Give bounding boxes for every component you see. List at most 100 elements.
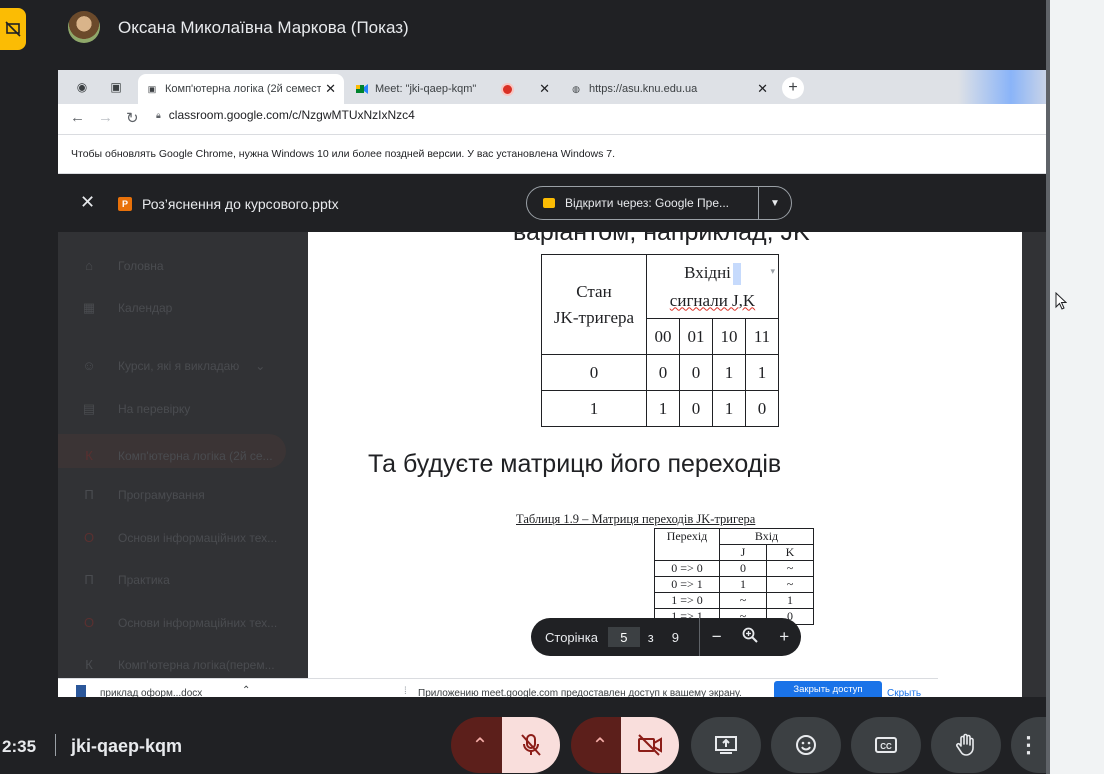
svg-text:CC: CC [880,742,892,751]
close-tab-icon[interactable]: ✕ [321,81,336,97]
table-row: 0 => 0 0 ~ [654,560,814,577]
dropdown-icon: ▾ [770,266,775,276]
camera-off-icon [638,734,662,756]
sidebar-item-course[interactable]: К Комп'ютерна логіка (2й се... [58,434,286,468]
open-with-button[interactable]: Відкрити через: Google Пре... ▼ [526,186,792,220]
input-col: 00 [646,318,680,355]
pinned-tab-classroom-icon[interactable]: ▣ [102,76,130,98]
captions-button[interactable]: CC [851,717,921,773]
reload-icon[interactable]: ↻ [126,109,139,127]
cell: 1 [719,576,767,593]
avatar [68,11,100,43]
chevron-down-icon[interactable]: ▼ [759,198,791,209]
new-tab-button[interactable]: + [782,77,804,99]
captions-icon: CC [875,737,897,753]
sidebar-item-course[interactable]: К Комп'ютерна логіка(перем... [80,657,275,672]
table-row: 0 0 0 1 1 [541,354,779,391]
text-selection [732,262,741,285]
zoom-in-icon[interactable]: + [767,627,801,647]
value-cell: 0 [745,390,779,427]
present-screen-button[interactable] [691,717,761,773]
home-icon: ⌂ [85,258,93,273]
page-number-input[interactable]: 5 [607,627,640,647]
course-letter-icon: К [85,657,93,672]
sidebar-item-label: Комп'ютерна логіка(перем... [118,657,275,672]
more-vert-icon: ⋮ [1017,732,1040,757]
people-icon: ☺ [82,358,96,373]
sidebar-item-home[interactable]: ⌂ Головна [80,258,164,273]
stop-presenting-icon[interactable] [0,8,26,50]
sidebar-item-course[interactable]: О Основи інформаційних тех... [80,615,277,630]
drag-handle-icon[interactable]: ⁞ [404,686,407,697]
cell: 0 => 1 [654,576,720,593]
sidebar-item-label: Основи інформаційних тех... [118,615,278,630]
word-doc-icon [76,685,86,697]
shared-browser-window: ◉ ▣ ▣ Комп'ютерна логіка (2й семестр) ✕ … [58,70,1046,697]
sidebar-item-teaching[interactable]: ☺ Курси, які я викладаю ⌄ [80,358,265,373]
course-letter-icon: О [83,530,95,545]
course-letter-icon: О [83,615,95,630]
sidebar-item-course[interactable]: О Основи інформаційних тех... [80,530,277,545]
cell: 1 [766,592,814,609]
sidebar-item-label: Програмування [118,487,205,502]
mouse-cursor-icon [1055,291,1068,315]
camera-off-button[interactable] [621,717,679,773]
mic-off-button[interactable] [502,717,560,773]
zoom-out-icon[interactable]: − [700,627,734,647]
back-icon[interactable]: ← [70,109,85,126]
slide-heading: Та будуєте матрицю його переходів [368,450,782,478]
globe-icon: ◍ [572,83,580,94]
page-navigator: Сторінка 5 з 9 − + [531,618,801,656]
address-bar[interactable]: 🔒︎ classroom.google.com/c/NzgwMTUxNzIxNz… [156,108,415,122]
value-cell: 1 [745,354,779,391]
chevron-up-icon: ⌃ [471,734,489,757]
raise-hand-button[interactable] [931,717,1001,773]
tab-meet[interactable]: Meet: "jki-qaep-kqm" ✕ [348,74,558,104]
header-cell: Вхід [719,528,814,545]
course-letter-icon: П [84,572,94,587]
cell: 1 => 0 [654,592,720,609]
table-row: 0 => 1 1 ~ [654,576,814,593]
tab-asu[interactable]: ◍ https://asu.knu.edu.ua ✕ [562,74,776,104]
hand-icon [956,733,974,756]
cell: ~ [719,592,767,609]
mic-off-icon [521,734,541,756]
reactions-button[interactable] [771,717,841,773]
close-tab-icon[interactable]: ✕ [535,81,550,97]
file-name: Роз’яснення до курсового.pptx [142,196,339,212]
header-cell: J [719,544,767,561]
tab-classroom[interactable]: ▣ Комп'ютерна логіка (2й семестр) ✕ [138,74,344,104]
header-line: Вхідні [647,259,778,287]
page-total: 9 [671,629,679,645]
value-cell: 0 [679,354,713,391]
meet-icon [356,83,368,95]
window-decoration [958,70,1046,104]
sidebar-item-review[interactable]: ▤ На перевірку [80,401,190,417]
sidebar-item-label: На перевірку [118,402,191,416]
header-line: сигнали J,K [669,290,756,310]
cell: 0 [719,560,767,577]
presenter-name: Оксана Миколаївна Маркова (Показ) [118,18,409,37]
forward-icon[interactable]: → [98,109,113,126]
header-line: Стан [576,281,612,301]
close-icon[interactable]: ✕ [80,192,95,213]
close-tab-icon[interactable]: ✕ [753,81,768,97]
pinned-tab-chrome-icon[interactable]: ◉ [68,76,96,98]
sidebar-item-course[interactable]: П Практика [80,572,169,587]
chevron-up-icon[interactable]: ⌃ [242,685,250,696]
cell: ~ [766,560,814,577]
header-cell: K [766,544,814,561]
sidebar-item-label: Головна [118,258,164,273]
classroom-icon: ▣ [147,83,157,94]
audio-options-button[interactable]: ⌃ [451,717,509,773]
chevron-up-icon: ⌃ [591,734,609,757]
stop-sharing-button[interactable]: Закрыть доступ [774,681,882,697]
tab-label: Комп'ютерна логіка (2й семестр) [165,83,322,95]
download-bar: приклад оформ...docx ⌃ [58,678,398,699]
divider [55,734,56,756]
sidebar-item-course[interactable]: П Програмування [80,487,205,502]
course-letter-icon: П [84,487,94,502]
sidebar-item-calendar[interactable]: ▦ Календар [80,300,172,316]
state-cell: 1 [541,390,647,427]
zoom-icon[interactable] [734,627,768,648]
